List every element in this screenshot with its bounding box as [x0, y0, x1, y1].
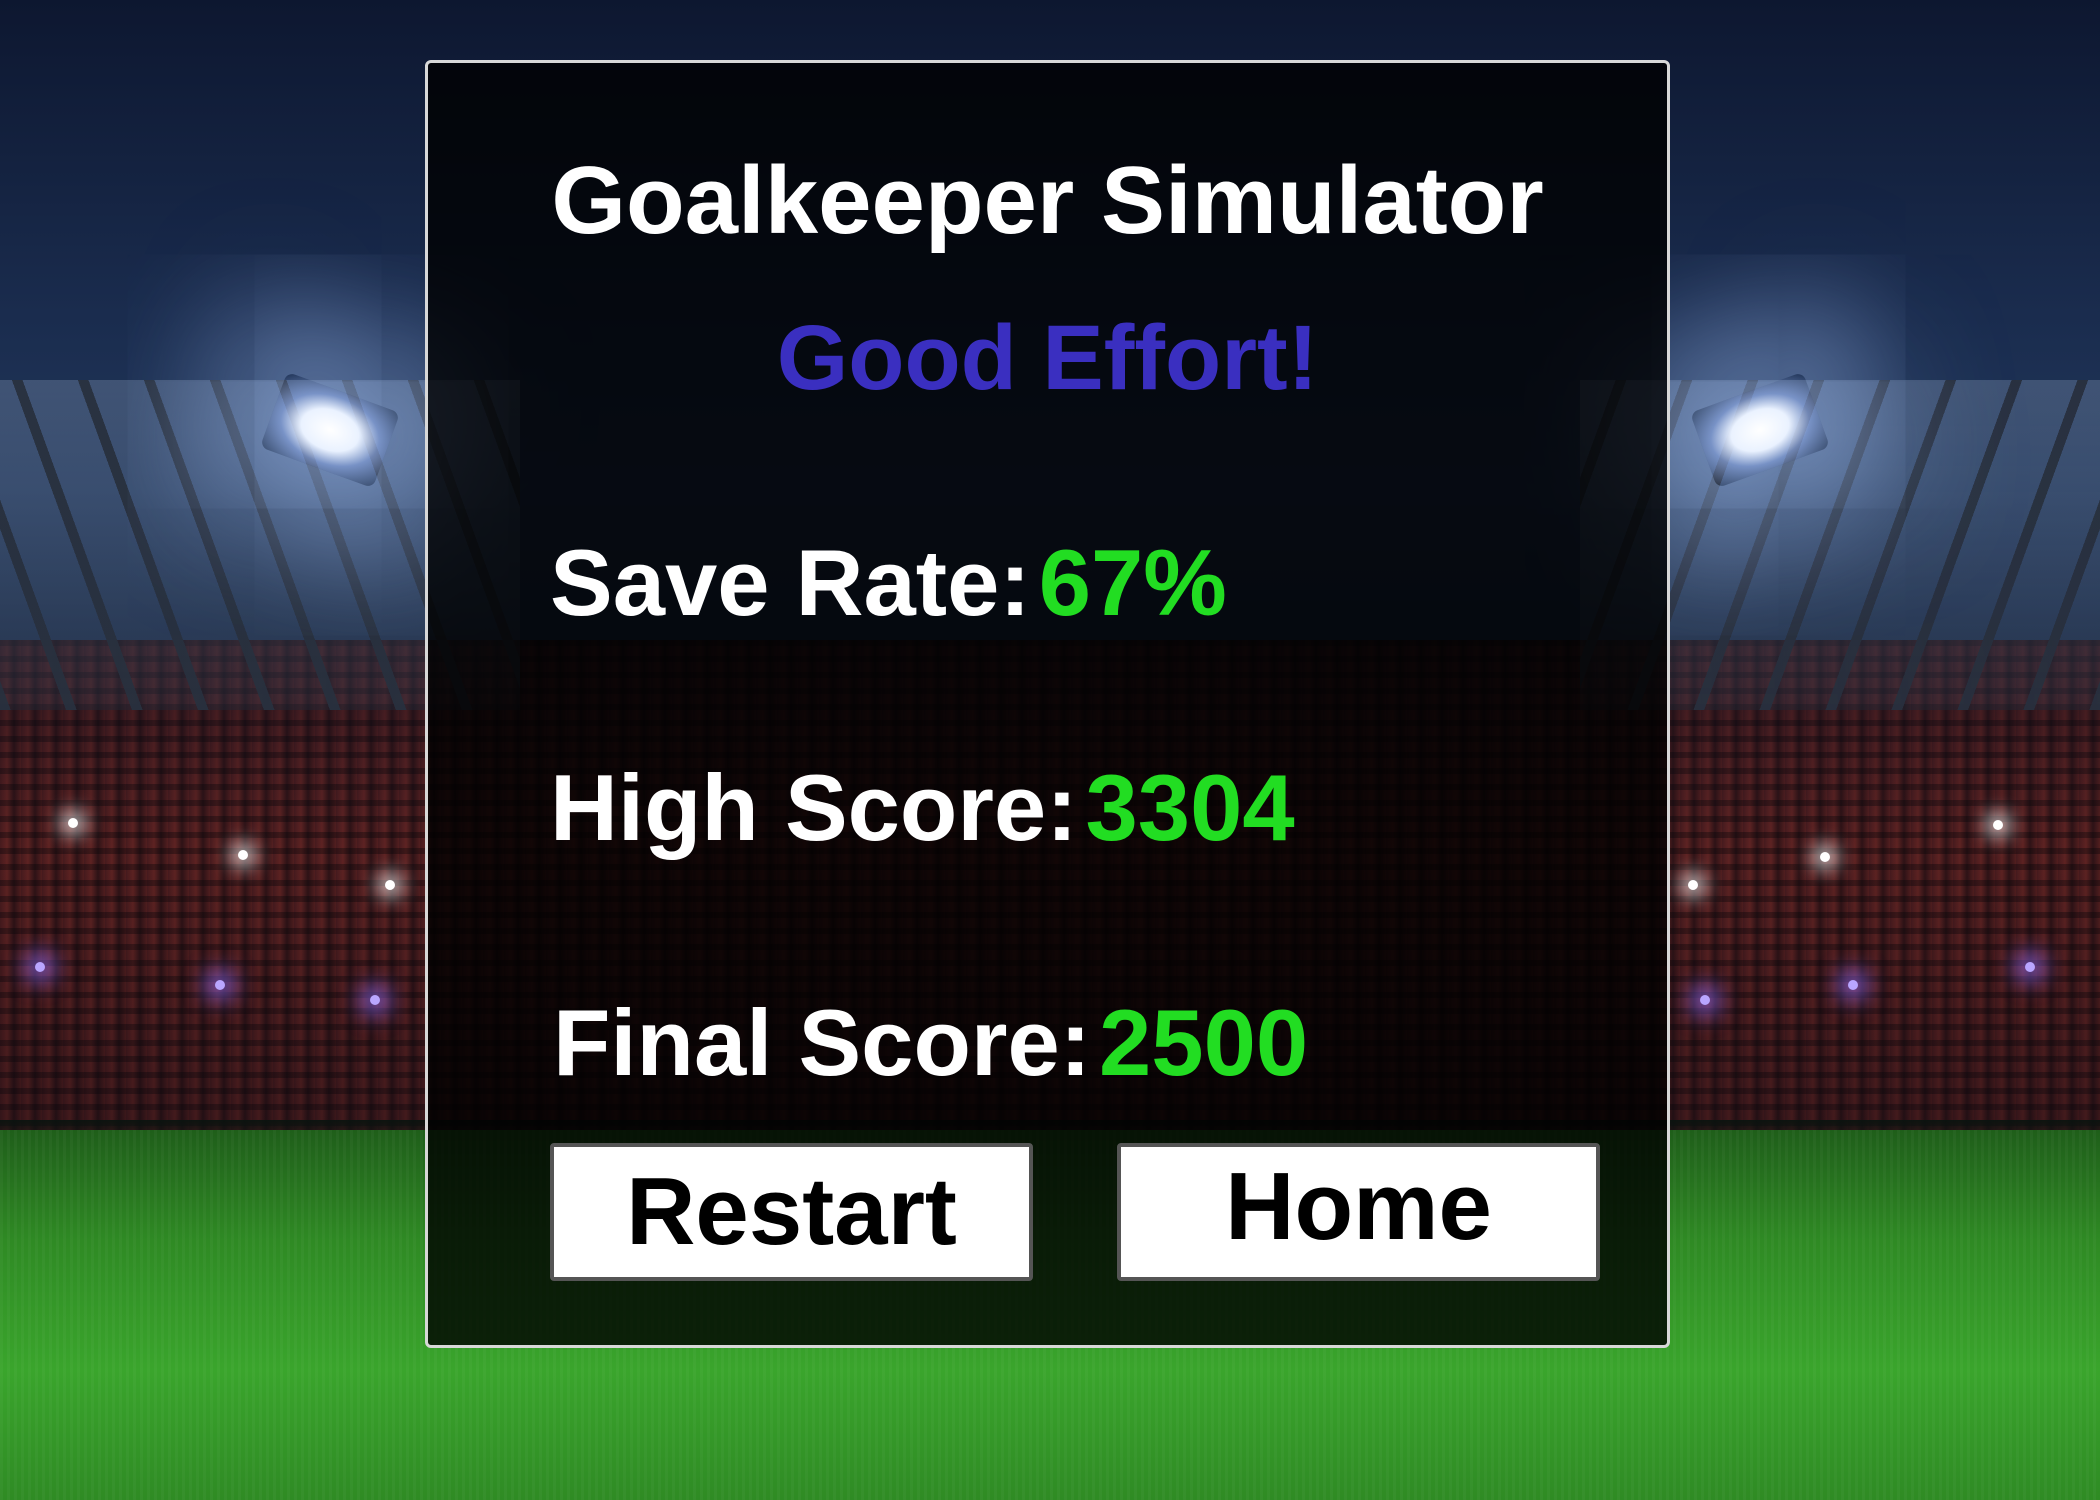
high-score-value: 3304: [1085, 755, 1295, 860]
final-score-value: 2500: [1099, 990, 1309, 1095]
stand-light: [2025, 962, 2035, 972]
high-score-label: High Score:: [550, 755, 1078, 860]
game-title: Goalkeeper Simulator: [551, 147, 1544, 254]
game-over-panel: Goalkeeper Simulator Good Effort! Save R…: [425, 60, 1670, 1348]
restart-button[interactable]: Restart: [550, 1143, 1033, 1281]
save-rate-value: 67%: [1038, 530, 1227, 635]
final-score-stat: Final Score:2500: [553, 993, 1308, 1093]
stand-light: [1993, 820, 2003, 830]
stand-light: [1700, 995, 1710, 1005]
stand-light: [35, 962, 45, 972]
stand-light: [1848, 980, 1858, 990]
stand-light: [1820, 852, 1830, 862]
stand-light: [68, 818, 78, 828]
save-rate-label: Save Rate:: [550, 530, 1031, 635]
stand-light: [215, 980, 225, 990]
stand-light: [238, 850, 248, 860]
home-button[interactable]: Home: [1117, 1143, 1600, 1281]
stand-light: [385, 880, 395, 890]
stand-light: [1688, 880, 1698, 890]
result-message: Good Effort!: [776, 307, 1319, 409]
final-score-label: Final Score:: [553, 990, 1092, 1095]
stand-light: [370, 995, 380, 1005]
high-score-stat: High Score:3304: [550, 758, 1295, 858]
save-rate-stat: Save Rate:67%: [550, 533, 1227, 633]
stadium-background: Goalkeeper Simulator Good Effort! Save R…: [0, 0, 2100, 1500]
